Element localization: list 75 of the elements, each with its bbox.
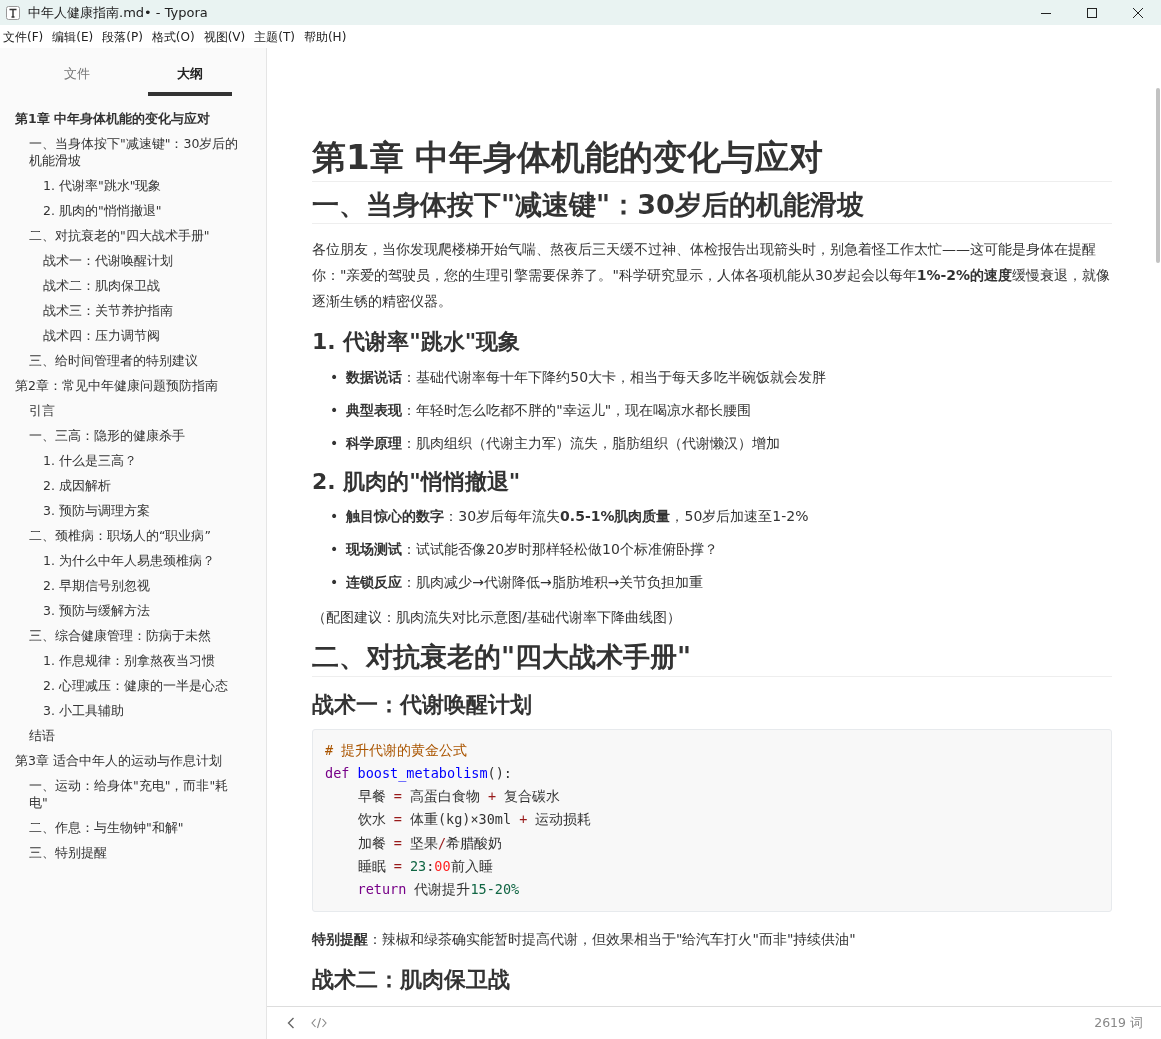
- sidebar-tab[interactable]: 大纲: [147, 62, 232, 96]
- subsection-heading: 1. 代谢率"跳水"现象: [312, 328, 522, 356]
- close-icon: [1133, 7, 1143, 18]
- bullet-item: 典型表现：年轻时怎么吃都不胖的"幸运儿"，现在喝凉水都长腰围: [346, 400, 752, 420]
- menu-item[interactable]: 视图(V): [200, 27, 252, 46]
- outline-item[interactable]: 引言: [15, 397, 75, 423]
- outline-item[interactable]: 第2章：常见中年健康问题预防指南: [15, 372, 238, 398]
- word-count[interactable]: 2619 词: [1094, 1013, 1149, 1033]
- bullet-item: 数据说话：基础代谢率每十年下降约50大卡，相当于每天多吃半碗饭就会发胖: [346, 367, 827, 387]
- document-title: 第1章 中年身体机能的变化与应对: [312, 136, 1112, 182]
- outline-item[interactable]: 第1章 中年身体机能的变化与应对: [15, 105, 231, 131]
- outline-item[interactable]: 战术四：压力调节阀: [15, 322, 180, 348]
- bullet-item: 现场测试：试试能否像20岁时那样轻松做10个标准俯卧撑？: [346, 540, 718, 560]
- bullet-point: •: [330, 433, 339, 453]
- outline-item[interactable]: 1. 为什么中年人易患颈椎病？: [15, 547, 235, 573]
- bullet-item: 科学原理：肌肉组织（代谢主力军）流失，脂肪组织（代谢懒汉）增加: [346, 433, 781, 453]
- paragraph: （配图建议：肌肉流失对比示意图/基础代谢率下降曲线图）: [312, 608, 682, 628]
- outline-item[interactable]: 二、颈椎病：职场人的“职业病”: [15, 522, 231, 548]
- outline-item[interactable]: 结语: [15, 722, 75, 748]
- subsection-heading: 2. 肌肉的"悄悄撤退": [312, 467, 522, 496]
- subsection-heading: 战术一：代谢唤醒计划: [312, 691, 533, 719]
- bullet-point: •: [330, 507, 339, 527]
- outline-item[interactable]: 战术三：关节养护指南: [15, 297, 193, 323]
- menu-item[interactable]: 格式(O): [148, 27, 201, 46]
- code-line: 睡眠 = 23:00前入睡: [356, 857, 493, 876]
- outline-item[interactable]: 三、综合健康管理：防病于未然: [15, 622, 231, 648]
- outline-item[interactable]: 2. 肌肉的"悄悄撤退": [15, 197, 182, 223]
- outline-item[interactable]: 三、特别提醒: [15, 839, 127, 865]
- subsection-heading: 战术二：肌肉保卫战: [312, 965, 511, 994]
- paragraph: 特别提醒：辣椒和绿茶确实能暂时提高代谢，但效果相当于"给汽车打火"而非"持续供油": [312, 929, 857, 949]
- outline-item[interactable]: 一、当身体按下"减速键"：30岁后的机能滑坡: [15, 130, 266, 173]
- outline-item[interactable]: 2. 心理减压：健康的一半是心态: [15, 672, 248, 698]
- bullet-item: 触目惊心的数字：30岁后每年流失0.5-1%肌肉质量，50岁后加速至1-2%: [346, 507, 809, 527]
- app-logo-icon: [6, 5, 20, 20]
- bullet-point: •: [330, 367, 339, 387]
- outline-item[interactable]: 二、对抗衰老的"四大战术手册": [15, 222, 230, 248]
- outline-item[interactable]: 战术一：代谢唤醒计划: [15, 247, 193, 273]
- outline-item[interactable]: 2. 成因解析: [15, 472, 131, 498]
- menu-item[interactable]: 编辑(E): [49, 27, 100, 46]
- sidebar-tab[interactable]: 文件: [34, 62, 119, 96]
- chevron-left-icon: [287, 1017, 295, 1029]
- outline-item[interactable]: 1. 代谢率"跳水"现象: [15, 172, 182, 198]
- menu-item[interactable]: 段落(P): [99, 27, 149, 46]
- outline-item[interactable]: 1. 什么是三高？: [15, 447, 157, 473]
- maximize-icon: [1087, 7, 1097, 18]
- section-heading: 二、对抗衰老的"四大战术手册": [312, 640, 1112, 677]
- code-line: 早餐 = 高蛋白食物 + 复合碳水: [356, 787, 561, 807]
- code-line: return 代谢提升15-20%: [356, 880, 520, 900]
- code-line: 饮水 = 体重(kg)×30ml + 运动损耗: [356, 810, 592, 830]
- bullet-item: 连锁反应：肌肉减少→代谢降低→脂肪堆积→关节负担加重: [346, 573, 704, 593]
- bullet-point: •: [330, 573, 339, 593]
- outline-item[interactable]: 第3章 适合中年人的运动与作息计划: [15, 747, 242, 773]
- outline-item[interactable]: 一、运动：给身体"充电"，而非"耗电": [15, 772, 266, 815]
- code-icon: [311, 1017, 327, 1029]
- section-heading: 一、当身体按下"减速键"：30岁后的机能滑坡: [312, 187, 1112, 225]
- scrollbar-thumb[interactable]: [1156, 88, 1160, 263]
- outline-item[interactable]: 3. 小工具辅助: [15, 697, 144, 723]
- outline-item[interactable]: 战术二：肌肉保卫战: [15, 272, 180, 298]
- outline-item[interactable]: 一、三高：隐形的健康杀手: [15, 422, 205, 448]
- outline-item[interactable]: 二、作息：与生物钟"和解": [15, 814, 204, 840]
- code-line: # 提升代谢的黄金公式: [325, 740, 468, 760]
- code-line: def boost_metabolism():: [325, 763, 512, 784]
- code-line: 加餐 = 坚果/希腊酸奶: [356, 833, 503, 853]
- menu-item[interactable]: 主题(T): [251, 27, 301, 46]
- paragraph: 各位朋友，当你发现爬楼梯开始气喘、熬夜后三天缓不过神、体检报告出现箭头时，别急着怪工作太忙——这可能是身体在提醒你："亲爱的驾驶员，您的生理引擎需要保养了。"科学研究显示，人体各项机能从30岁起会以每年1%-2%的速度缓慢衰退，就像逐渐生锈的精密仪器。: [312, 240, 1112, 312]
- window-title: 中年人健康指南.md• - Typora: [28, 3, 208, 22]
- outline-item[interactable]: 2. 早期信号别忽视: [15, 572, 170, 598]
- outline-item[interactable]: 3. 预防与缓解方法: [15, 597, 170, 623]
- menu-item[interactable]: 帮助(H): [300, 27, 353, 46]
- outline-item[interactable]: 三、给时间管理者的特别建议: [15, 347, 218, 373]
- menu-item[interactable]: 文件(F): [0, 27, 50, 46]
- outline-item[interactable]: 1. 作息规律：别拿熬夜当习惯: [15, 647, 235, 673]
- bullet-point: •: [330, 540, 339, 560]
- bullet-point: •: [330, 400, 339, 420]
- outline-item[interactable]: 3. 预防与调理方案: [15, 497, 170, 523]
